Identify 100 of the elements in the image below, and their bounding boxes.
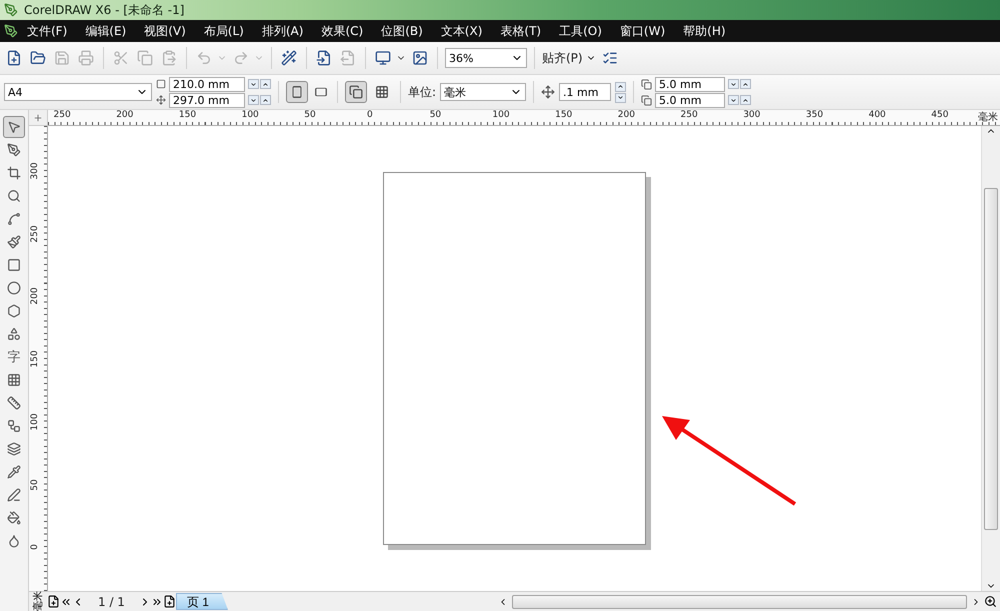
- spin-up-icon[interactable]: [615, 82, 626, 92]
- vertical-scrollbar[interactable]: [981, 126, 1000, 591]
- shapes-icon: [7, 327, 21, 341]
- page-tab[interactable]: 页 1: [176, 593, 228, 610]
- wand-icon: [281, 50, 297, 66]
- menu-item[interactable]: 排列(A): [252, 22, 312, 40]
- menu-item[interactable]: 布局(L): [194, 22, 253, 40]
- import-icon: [316, 50, 332, 66]
- height-field[interactable]: 297.0 mm: [169, 92, 245, 108]
- pen-node-icon: [7, 143, 21, 157]
- printer-icon: [78, 50, 94, 66]
- landscape-page-icon: [314, 87, 328, 97]
- text-tool-button[interactable]: 字: [3, 346, 25, 368]
- ruler-label: 300: [30, 161, 40, 181]
- portrait-button[interactable]: [286, 81, 308, 103]
- menu-item[interactable]: 工具(O): [550, 22, 611, 40]
- spin-up-icon[interactable]: [740, 79, 752, 89]
- ruler-label: 100: [492, 110, 510, 120]
- spin-down-icon[interactable]: [248, 79, 259, 89]
- spin-up-icon[interactable]: [260, 95, 271, 105]
- ruler-label: 250: [680, 110, 698, 120]
- ruler-label: 200: [618, 110, 635, 120]
- ellipse-icon: [7, 281, 21, 295]
- copy-icon: [137, 50, 153, 66]
- page-counter: 1 / 1: [98, 594, 125, 608]
- nudge-icon: [541, 85, 556, 99]
- duplicate-x-icon: [641, 78, 652, 90]
- spin-up-icon[interactable]: [740, 95, 752, 105]
- ruler-label: 150: [30, 350, 40, 370]
- page-size-dropdown[interactable]: A4: [4, 83, 152, 101]
- menu-item[interactable]: 编辑(E): [76, 22, 136, 40]
- spin-down-icon[interactable]: [615, 92, 626, 102]
- curve-icon: [7, 212, 21, 226]
- ruler-label: 200: [116, 110, 134, 120]
- ruler-label: 150: [555, 110, 572, 120]
- zoom-icon[interactable]: [984, 595, 997, 608]
- portrait-page-icon: [292, 85, 302, 99]
- crop-icon: [7, 166, 21, 180]
- ruler-unit: 毫米: [32, 592, 45, 610]
- ruler-unit: 毫米: [978, 110, 998, 124]
- zoom-icon: [7, 189, 21, 203]
- ruler-label: 300: [743, 110, 760, 120]
- layers-icon: [7, 442, 21, 456]
- pen-icon: [7, 488, 21, 502]
- menu-item[interactable]: 表格(T): [491, 22, 550, 40]
- snap-button[interactable]: 贴齐(P): [542, 50, 583, 66]
- unit-dropdown[interactable]: 毫米: [440, 83, 526, 101]
- duplicate-y-field[interactable]: 5.0 mm: [655, 92, 726, 108]
- add-page-icon[interactable]: [162, 595, 176, 608]
- table-icon: [7, 373, 21, 387]
- connector-icon: [7, 419, 21, 433]
- pointer-tool-button[interactable]: [3, 116, 25, 138]
- ruler-label: 200: [30, 286, 40, 306]
- undo-icon: [196, 50, 212, 66]
- menu-item[interactable]: 位图(B): [372, 22, 432, 40]
- droplet-icon: [7, 534, 21, 548]
- menu-item[interactable]: 视图(V): [135, 22, 195, 40]
- monitor-icon: [375, 50, 391, 66]
- eyedropper-icon: [7, 465, 21, 479]
- width-field[interactable]: 210.0 mm: [169, 76, 245, 92]
- export-icon: [340, 50, 356, 66]
- stacked-pages-icon: [349, 85, 363, 99]
- rectangle-icon: [7, 258, 21, 272]
- scissors-icon: [113, 50, 129, 66]
- zoom-field[interactable]: 36%: [445, 48, 527, 68]
- ruler-label: 400: [868, 110, 886, 120]
- brush-icon: [7, 235, 21, 249]
- redo-icon: [233, 50, 249, 66]
- menu-item[interactable]: 文件(F): [18, 22, 76, 40]
- ruler-icon: [7, 396, 21, 410]
- ruler-label: 250: [54, 110, 71, 120]
- ruler-label: 250: [30, 224, 40, 244]
- spin-down-icon[interactable]: [728, 95, 740, 105]
- crosshair-icon: [33, 112, 43, 122]
- paste-icon: [161, 50, 177, 66]
- all-pages-button[interactable]: [345, 81, 367, 103]
- wand-button[interactable]: [279, 48, 299, 68]
- menu-item[interactable]: 效果(C): [312, 22, 372, 40]
- ruler-label: 350: [806, 110, 824, 120]
- spin-down-icon[interactable]: [248, 95, 259, 105]
- paint-bucket-icon: [7, 511, 21, 525]
- ruler-label: 450: [931, 110, 948, 120]
- spin-up-icon[interactable]: [260, 79, 271, 89]
- save-icon: [54, 50, 70, 66]
- unit-label: 单位:: [408, 84, 436, 100]
- pointer-icon: [7, 120, 21, 134]
- menu-item[interactable]: 窗口(W): [610, 22, 674, 40]
- duplicate-y-icon: [641, 94, 652, 106]
- folder-icon: [30, 50, 46, 66]
- spin-down-icon[interactable]: [728, 79, 740, 89]
- ruler-label: 0: [367, 110, 373, 120]
- menu-item[interactable]: 文本(X): [432, 22, 492, 40]
- ruler-label: 50: [430, 110, 442, 120]
- menu-item[interactable]: 帮助(H): [674, 22, 735, 40]
- duplicate-x-field[interactable]: 5.0 mm: [655, 76, 726, 92]
- ruler-label: 0: [30, 543, 40, 552]
- hexagon-icon: [7, 304, 21, 318]
- add-page-icon[interactable]: [47, 595, 60, 608]
- nudge-field[interactable]: .1 mm: [559, 83, 612, 101]
- app-logo-icon: [4, 3, 18, 17]
